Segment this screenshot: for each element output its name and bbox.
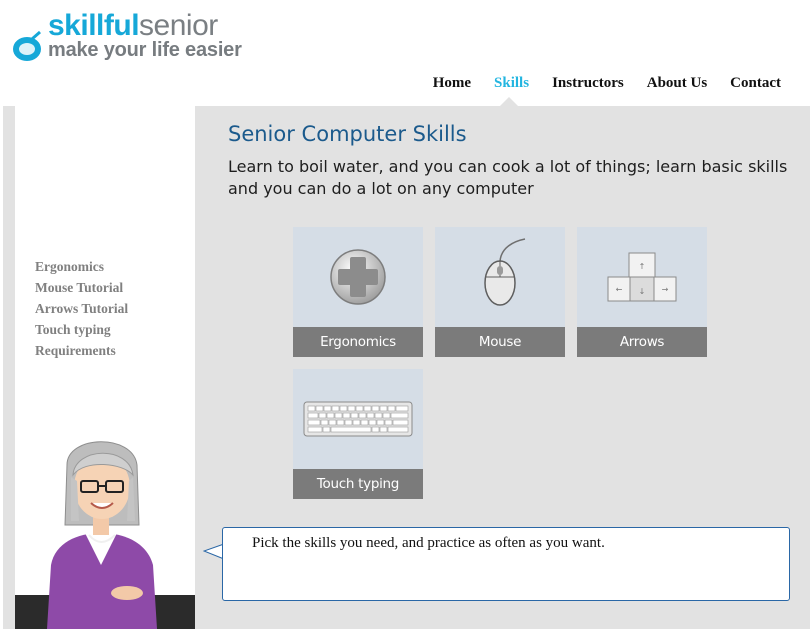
nav-about-us[interactable]: About Us <box>647 75 707 92</box>
tile-label: Mouse <box>435 327 565 357</box>
logo-primary: skillful <box>48 9 140 42</box>
sidebar-item-mouse-tutorial[interactable]: Mouse Tutorial <box>35 277 128 298</box>
senior-avatar-image <box>15 441 195 629</box>
speech-bubble-text: Pick the skills you need, and practice a… <box>252 535 605 551</box>
plus-circle-icon <box>330 249 386 305</box>
logo-secondary: senior <box>139 9 218 42</box>
main-nav: Home Skills Instructors About Us Contact <box>433 75 781 92</box>
site-logo[interactable]: skillfulsenior make your life easier <box>8 8 248 66</box>
logo-tagline: make your life easier <box>48 39 242 61</box>
svg-text:↑: ↑ <box>639 262 646 271</box>
keyboard-icon <box>303 401 413 437</box>
mouse-icon <box>484 238 526 306</box>
svg-text:↓: ↓ <box>639 287 646 296</box>
active-nav-pointer <box>500 97 518 106</box>
sidebar-item-arrows-tutorial[interactable]: Arrows Tutorial <box>35 298 128 319</box>
sidebar-item-touch-typing[interactable]: Touch typing <box>35 319 128 340</box>
tile-label: Arrows <box>577 327 707 357</box>
page-title: Senior Computer Skills <box>228 122 467 146</box>
svg-text:→: → <box>662 285 669 294</box>
page-subtitle: Learn to boil water, and you can cook a … <box>228 157 788 198</box>
nav-contact[interactable]: Contact <box>730 75 781 92</box>
logo-wordmark: skillfulsenior <box>48 10 218 42</box>
tile-label: Touch typing <box>293 469 423 499</box>
arrow-keys-icon: ↑ ← ↓ → <box>607 252 677 302</box>
tile-ergonomics[interactable]: Ergonomics <box>293 227 423 357</box>
tile-touch-typing[interactable]: Touch typing <box>293 369 423 499</box>
nav-home[interactable]: Home <box>433 75 471 92</box>
nav-skills[interactable]: Skills <box>494 75 529 92</box>
tile-arrows[interactable]: ↑ ← ↓ → Arrows <box>577 227 707 357</box>
tile-mouse[interactable]: Mouse <box>435 227 565 357</box>
nav-instructors[interactable]: Instructors <box>552 75 624 92</box>
sidebar-item-requirements[interactable]: Requirements <box>35 340 128 361</box>
svg-text:←: ← <box>616 285 623 294</box>
tile-label: Ergonomics <box>293 327 423 357</box>
mouse-logo-icon <box>13 30 41 61</box>
sidebar-item-ergonomics[interactable]: Ergonomics <box>35 256 128 277</box>
sidebar-links: Ergonomics Mouse Tutorial Arrows Tutoria… <box>35 256 128 361</box>
